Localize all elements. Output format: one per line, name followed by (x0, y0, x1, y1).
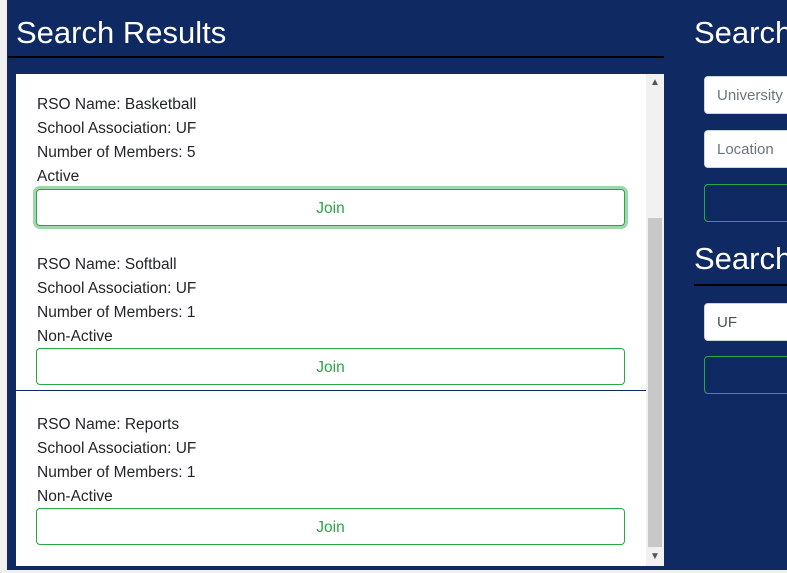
scrollbar-thumb[interactable] (648, 218, 662, 547)
rso-card: RSO Name: Softball School Association: U… (16, 232, 646, 391)
join-button[interactable]: Join (36, 508, 625, 545)
rso-school: School Association: UF (37, 280, 197, 297)
rso-status: Non-Active (37, 488, 113, 505)
join-button[interactable]: Join (36, 348, 625, 385)
rso-members: Number of Members: 1 (37, 304, 196, 321)
search-button[interactable] (704, 184, 787, 222)
section-divider (694, 284, 787, 286)
chevron-down-icon[interactable]: ▼ (646, 548, 664, 566)
search-section-title: Search (694, 15, 787, 50)
school-search-input[interactable] (704, 303, 787, 341)
rso-school: School Association: UF (37, 120, 197, 137)
title-divider (8, 56, 664, 58)
results-scrollbar[interactable]: ▲ ▼ (646, 74, 664, 566)
search-button[interactable] (704, 356, 787, 394)
rso-name: RSO Name: Reports (37, 416, 180, 433)
search-results-list[interactable]: RSO Name: Basketball School Association:… (16, 74, 664, 566)
rso-status: Active (37, 168, 80, 185)
rso-school: School Association: UF (37, 440, 197, 457)
rso-name: RSO Name: Basketball (37, 96, 197, 113)
rso-status: Non-Active (37, 328, 113, 345)
rso-card: RSO Name: Basketball School Association:… (16, 74, 646, 233)
search-results-title: Search Results (16, 15, 227, 50)
chevron-up-icon[interactable]: ▲ (646, 74, 664, 92)
rso-name: RSO Name: Softball (37, 256, 177, 273)
rso-members: Number of Members: 5 (37, 144, 196, 161)
search-section-title: Search (694, 241, 787, 276)
rso-card: RSO Name: Reports School Association: UF… (16, 392, 646, 550)
location-input[interactable] (704, 130, 787, 168)
university-input[interactable] (704, 76, 787, 114)
window-edge (0, 0, 7, 573)
rso-members: Number of Members: 1 (37, 464, 196, 481)
join-button[interactable]: Join (36, 189, 625, 226)
